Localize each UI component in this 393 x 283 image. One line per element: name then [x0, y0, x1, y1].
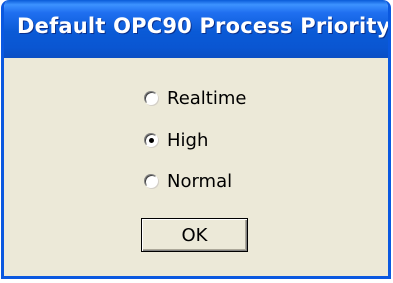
- radio-option-high[interactable]: High: [144, 129, 208, 151]
- radio-label-high: High: [167, 129, 209, 151]
- radio-label-normal: Normal: [167, 170, 233, 192]
- radio-button-normal[interactable]: [144, 174, 158, 188]
- radio-label-realtime: Realtime: [167, 87, 247, 109]
- radio-button-realtime[interactable]: [144, 91, 158, 105]
- radio-option-normal[interactable]: Normal: [144, 170, 232, 192]
- radio-selected-dot: [148, 137, 154, 143]
- dialog-body: Realtime High Normal OK: [4, 58, 388, 276]
- dialog-window: Default OPC90 Process Priority Realtime …: [1, 0, 391, 279]
- window-title: Default OPC90 Process Priority: [17, 14, 391, 38]
- ok-button-label: OK: [181, 224, 208, 246]
- radio-option-realtime[interactable]: Realtime: [144, 87, 246, 109]
- title-bar[interactable]: Default OPC90 Process Priority: [4, 0, 391, 58]
- radio-button-high[interactable]: [144, 133, 158, 147]
- ok-button[interactable]: OK: [141, 218, 248, 252]
